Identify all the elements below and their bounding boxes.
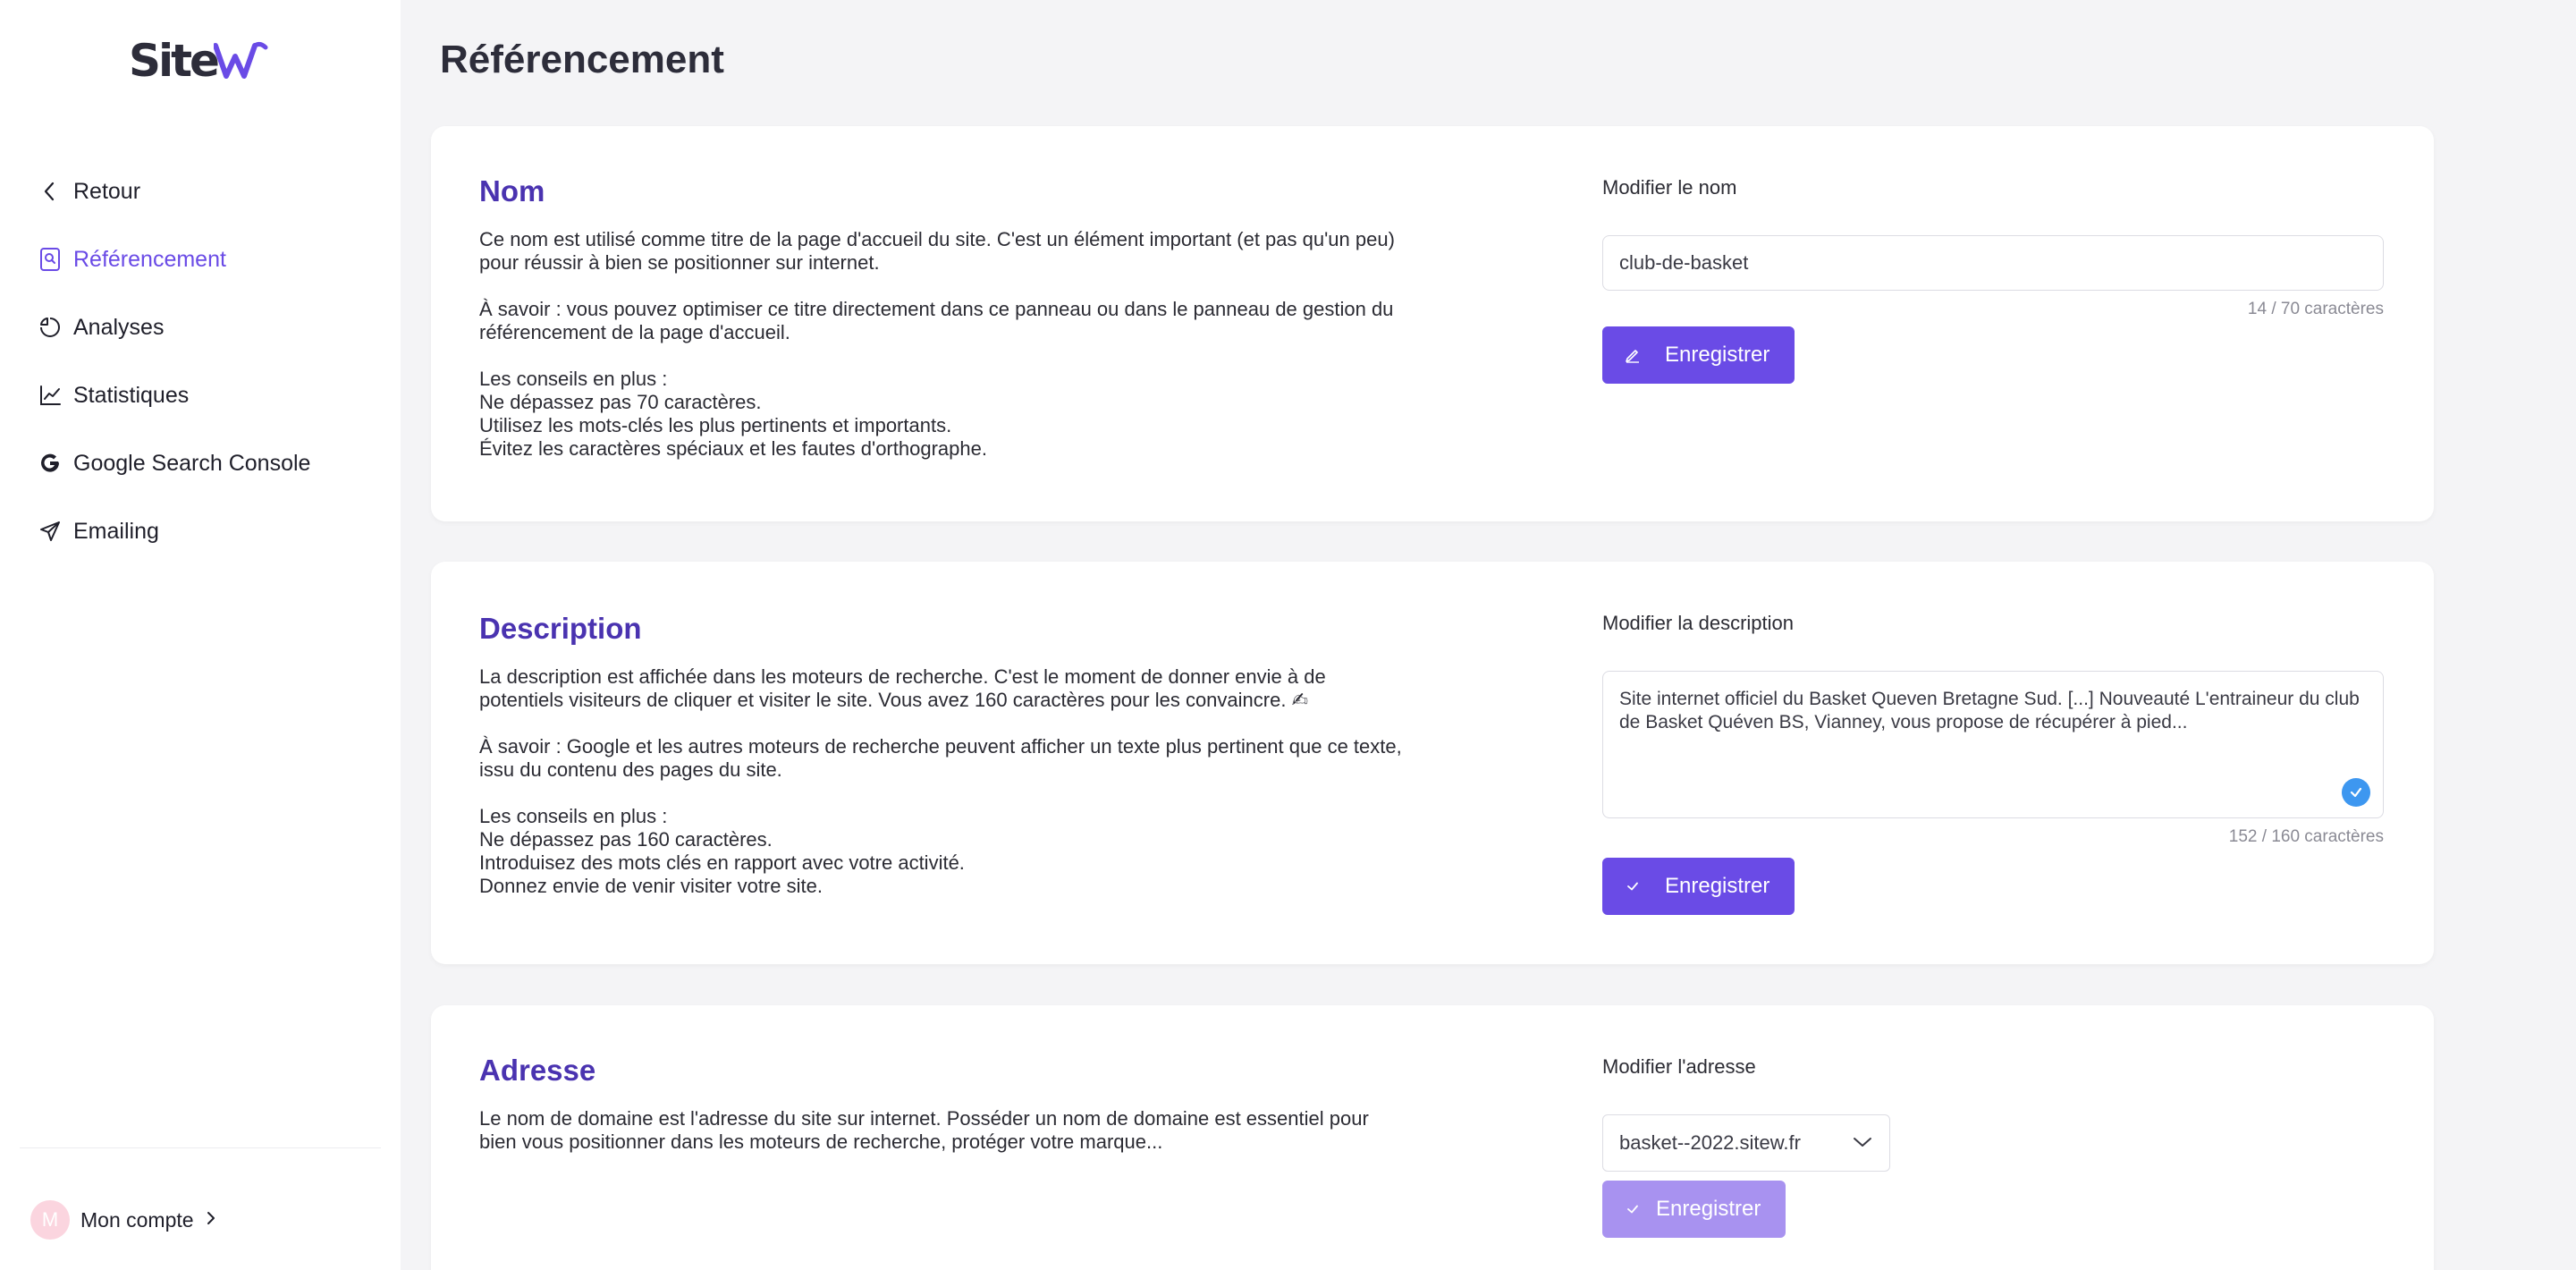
nom-paragraph-1: Ce nom est utilisé comme titre de la pag… [479, 228, 1395, 274]
nom-card: Nom Ce nom est utilisé comme titre de la… [431, 126, 2434, 521]
adresse-save-button[interactable]: Enregistrer [1602, 1181, 1786, 1238]
sidebar-item-referencement[interactable]: Référencement [38, 225, 310, 293]
check-icon [1622, 1198, 1643, 1220]
description-card: Description La description est affichée … [431, 562, 2434, 964]
sidebar-item-label: Référencement [73, 246, 226, 272]
chart-line-icon [38, 383, 63, 408]
nom-save-label: Enregistrer [1665, 343, 1770, 367]
pencil-icon [1622, 344, 1643, 366]
sidebar: Site Retour Référencement Analyses Stati… [0, 0, 401, 1270]
nom-save-button[interactable]: Enregistrer [1602, 326, 1795, 384]
adresse-title: Adresse [479, 1054, 596, 1087]
avatar: M [30, 1200, 70, 1240]
chevron-down-icon [1852, 1131, 1873, 1155]
account-label: Mon compte [80, 1207, 194, 1232]
check-icon [1622, 876, 1643, 897]
paper-plane-icon [38, 519, 63, 544]
logo-w-icon [213, 41, 268, 79]
sidebar-item-label: Google Search Console [73, 450, 311, 476]
sidebar-item-google-search-console[interactable]: Google Search Console [38, 429, 310, 497]
page-title: Référencement [440, 38, 724, 81]
sidebar-item-retour[interactable]: Retour [38, 157, 310, 225]
description-char-counter: 152 / 160 caractères [2228, 827, 2384, 846]
nom-char-counter: 14 / 70 caractères [2247, 300, 2384, 318]
description-textarea[interactable]: Site internet officiel du Basket Queven … [1602, 671, 2384, 818]
search-doc-icon [38, 247, 63, 272]
adresse-card: Adresse Le nom de domaine est l'adresse … [431, 1005, 2434, 1270]
adresse-paragraph-1: Le nom de domaine est l'adresse du site … [479, 1107, 1369, 1153]
description-paragraph-2: À savoir : Google et les autres moteurs … [479, 735, 1402, 781]
description-title: Description [479, 612, 642, 645]
adresse-save-label: Enregistrer [1656, 1197, 1761, 1221]
logo-text: Site [129, 35, 220, 87]
sidebar-divider [20, 1147, 381, 1148]
adresse-field-label: Modifier l'adresse [1602, 1055, 1756, 1078]
description-save-label: Enregistrer [1665, 874, 1770, 898]
description-paragraph-1: La description est affichée dans les mot… [479, 665, 1326, 711]
description-textarea-value: Site internet officiel du Basket Queven … [1619, 689, 2360, 732]
sidebar-item-statistiques[interactable]: Statistiques [38, 361, 310, 429]
nom-input[interactable] [1602, 235, 2384, 291]
sidebar-item-label: Analyses [73, 314, 165, 340]
nom-field-label: Modifier le nom [1602, 176, 1737, 199]
adresse-selected-value: basket--2022.sitew.fr [1619, 1131, 1801, 1154]
check-circle-icon [2342, 778, 2370, 807]
chevron-left-icon [38, 179, 63, 204]
analytics-icon [38, 315, 63, 340]
nom-paragraph-2: À savoir : vous pouvez optimiser ce titr… [479, 298, 1394, 343]
sidebar-item-label: Statistiques [73, 382, 190, 408]
sitew-logo[interactable]: Site [129, 34, 269, 88]
chevron-right-icon [205, 1208, 217, 1232]
account-menu[interactable]: M Mon compte [30, 1200, 217, 1240]
sidebar-nav: Retour Référencement Analyses Statistiqu… [38, 157, 310, 565]
description-paragraph-3: Les conseils en plus : Ne dépassez pas 1… [479, 805, 965, 897]
description-field-label: Modifier la description [1602, 612, 1794, 634]
sidebar-item-emailing[interactable]: Emailing [38, 497, 310, 565]
description-save-button[interactable]: Enregistrer [1602, 858, 1795, 915]
adresse-select[interactable]: basket--2022.sitew.fr [1602, 1114, 1890, 1172]
nom-title: Nom [479, 174, 545, 207]
sidebar-item-analyses[interactable]: Analyses [38, 293, 310, 361]
google-icon [38, 451, 63, 476]
nom-paragraph-3: Les conseils en plus : Ne dépassez pas 7… [479, 368, 987, 460]
sidebar-item-label: Retour [73, 178, 141, 204]
sidebar-item-label: Emailing [73, 518, 159, 544]
